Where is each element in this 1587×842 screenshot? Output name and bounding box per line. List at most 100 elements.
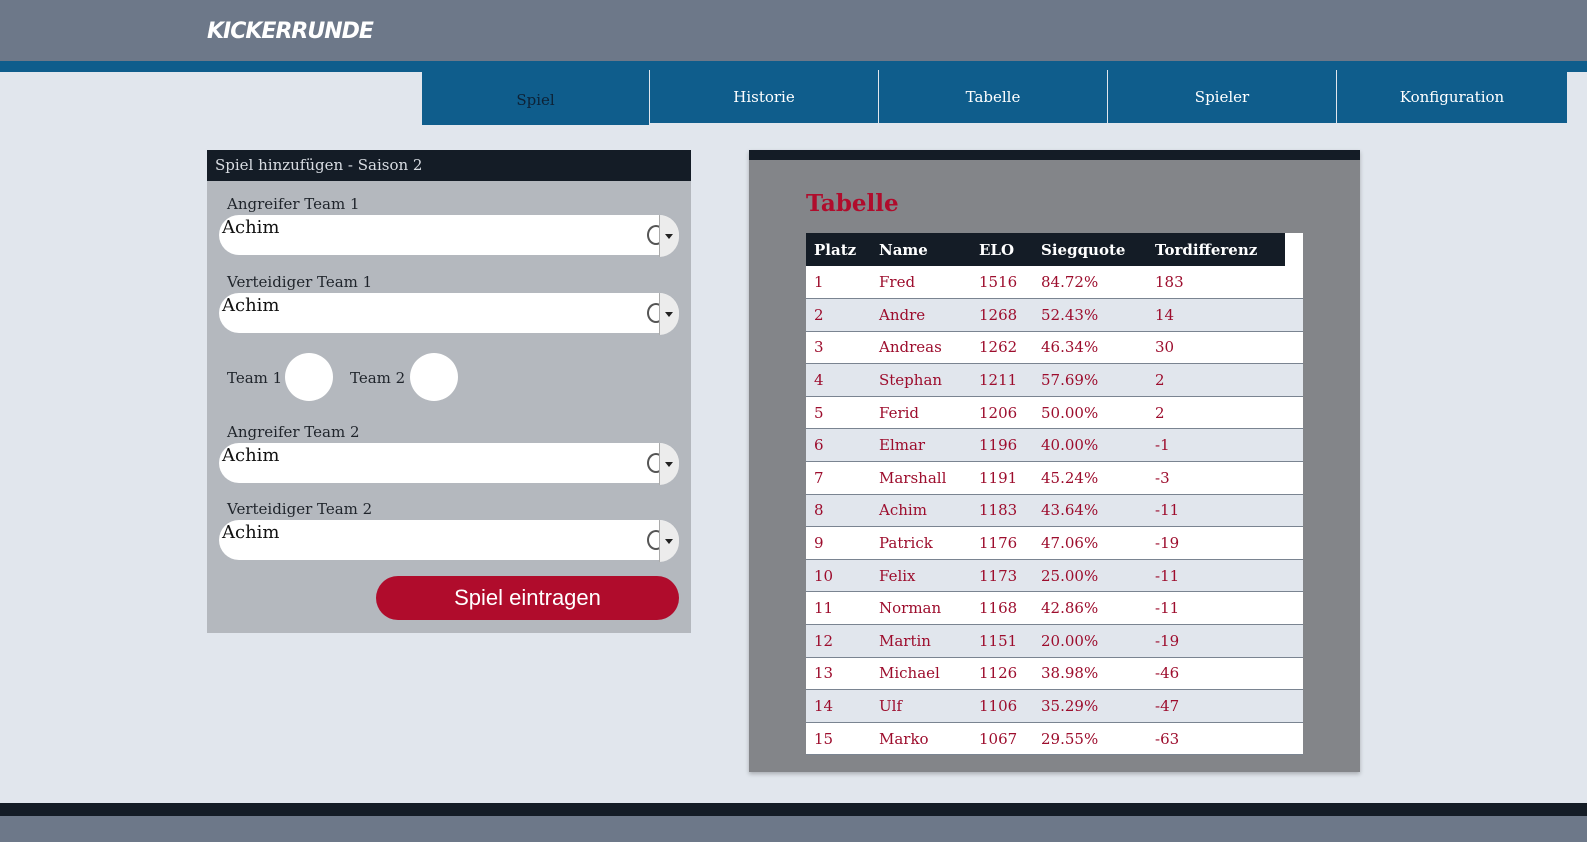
cell-elo: 1516: [971, 266, 1033, 300]
submit-game-button[interactable]: Spiel eintragen: [376, 576, 679, 620]
defender-team1-label: Verteidiger Team 1: [227, 273, 373, 291]
cell-name: Andre: [871, 298, 971, 332]
table-row[interactable]: 13 Michael 1126 38.98% -46: [806, 657, 1303, 691]
cell-elo: 1067: [971, 722, 1033, 756]
defender-team2-value: Achim: [222, 522, 280, 543]
column-header-siegquote[interactable]: Siegquote: [1033, 233, 1147, 266]
table-row[interactable]: 4 Stephan 1211 57.69% 2: [806, 363, 1303, 397]
chevron-down-icon[interactable]: [659, 520, 679, 562]
standings-table-wrap: Platz Name ELO Siegquote Tordifferenz 1F…: [806, 233, 1303, 756]
cell-platz: 3: [806, 331, 871, 365]
cell-name: Martin: [871, 624, 971, 658]
column-header-elo[interactable]: ELO: [971, 233, 1033, 266]
cell-tordifferenz: 183: [1147, 266, 1303, 300]
cell-siegquote: 35.29%: [1033, 689, 1147, 723]
tab-spiel[interactable]: Spiel: [422, 70, 649, 125]
table-row[interactable]: 12 Martin 1151 20.00% -19: [806, 624, 1303, 658]
cell-siegquote: 47.06%: [1033, 526, 1147, 560]
tab-konfiguration[interactable]: Konfiguration: [1336, 70, 1567, 123]
cell-name: Felix: [871, 559, 971, 593]
table-row[interactable]: 10 Felix 1173 25.00% -11: [806, 559, 1303, 593]
cell-elo: 1211: [971, 363, 1033, 397]
cell-tordifferenz: -47: [1147, 689, 1303, 723]
cell-name: Ferid: [871, 396, 971, 430]
add-game-panel: Spiel hinzufügen - Saison 2 Angreifer Te…: [207, 150, 691, 633]
cell-platz: 9: [806, 526, 871, 560]
cell-platz: 8: [806, 494, 871, 528]
cell-platz: 4: [806, 363, 871, 397]
cell-platz: 5: [806, 396, 871, 430]
cell-platz: 12: [806, 624, 871, 658]
chevron-down-icon[interactable]: [659, 443, 679, 485]
team2-radio-label: Team 2: [350, 369, 406, 387]
cell-name: Norman: [871, 591, 971, 626]
cell-name: Fred: [871, 266, 971, 300]
defender-team2-select[interactable]: Achim: [219, 520, 679, 562]
cell-elo: 1176: [971, 526, 1033, 560]
cell-siegquote: 40.00%: [1033, 428, 1147, 463]
attacker-team1-select[interactable]: Achim: [219, 215, 679, 257]
standings-panel: Tabelle Platz Name ELO Siegquote Tordiff…: [749, 150, 1360, 772]
defender-team2-label: Verteidiger Team 2: [227, 500, 373, 518]
cell-tordifferenz: -11: [1147, 591, 1303, 626]
cell-name: Marshall: [871, 461, 971, 495]
table-row[interactable]: 6 Elmar 1196 40.00% -1: [806, 428, 1303, 463]
table-row[interactable]: 3 Andreas 1262 46.34% 30: [806, 331, 1303, 365]
attacker-team2-select[interactable]: Achim: [219, 443, 679, 485]
column-header-name[interactable]: Name: [871, 233, 971, 266]
attacker-team2-value: Achim: [222, 445, 280, 466]
table-row[interactable]: 14 Ulf 1106 35.29% -47: [806, 689, 1303, 723]
cell-platz: 1: [806, 266, 871, 300]
table-header-row: Platz Name ELO Siegquote Tordifferenz: [806, 233, 1303, 266]
cell-tordifferenz: -46: [1147, 657, 1303, 691]
tab-spieler[interactable]: Spieler: [1107, 70, 1336, 123]
cell-tordifferenz: -11: [1147, 559, 1303, 593]
cell-siegquote: 25.00%: [1033, 559, 1147, 593]
team2-radio[interactable]: [410, 353, 458, 401]
cell-tordifferenz: -19: [1147, 624, 1303, 658]
cell-siegquote: 46.34%: [1033, 331, 1147, 365]
cell-name: Achim: [871, 494, 971, 528]
cell-elo: 1126: [971, 657, 1033, 691]
cell-platz: 10: [806, 559, 871, 593]
cell-elo: 1262: [971, 331, 1033, 365]
table-row[interactable]: 1 Fred 1516 84.72% 183: [806, 266, 1303, 300]
add-game-panel-header: Spiel hinzufügen - Saison 2: [207, 150, 691, 181]
cell-name: Andreas: [871, 331, 971, 365]
team1-radio[interactable]: [285, 353, 333, 401]
cell-platz: 11: [806, 591, 871, 626]
table-row[interactable]: 11 Norman 1168 42.86% -11: [806, 591, 1303, 626]
table-row[interactable]: 8 Achim 1183 43.64% -11: [806, 494, 1303, 528]
app-logo[interactable]: KICKERRUNDE: [207, 20, 374, 44]
table-row[interactable]: 2 Andre 1268 52.43% 14: [806, 298, 1303, 332]
standings-title: Tabelle: [806, 190, 899, 217]
tab-historie[interactable]: Historie: [649, 70, 878, 123]
main-nav: Spiel Historie Tabelle Spieler Konfigura…: [422, 70, 1567, 125]
cell-elo: 1173: [971, 559, 1033, 593]
header-spacer: [1285, 233, 1303, 266]
column-header-tordifferenz[interactable]: Tordifferenz: [1147, 233, 1285, 266]
table-row[interactable]: 9 Patrick 1176 47.06% -19: [806, 526, 1303, 560]
cell-siegquote: 45.24%: [1033, 461, 1147, 495]
cell-elo: 1191: [971, 461, 1033, 495]
cell-siegquote: 38.98%: [1033, 657, 1147, 691]
cell-elo: 1168: [971, 591, 1033, 626]
cell-tordifferenz: 2: [1147, 363, 1303, 397]
standings-table: Platz Name ELO Siegquote Tordifferenz 1F…: [806, 233, 1303, 756]
table-row[interactable]: 15 Marko 1067 29.55% -63: [806, 722, 1303, 756]
cell-name: Ulf: [871, 689, 971, 723]
chevron-down-icon[interactable]: [659, 215, 679, 257]
cell-name: Elmar: [871, 428, 971, 463]
cell-elo: 1183: [971, 494, 1033, 528]
column-header-platz[interactable]: Platz: [806, 233, 871, 266]
table-row[interactable]: 7 Marshall 1191 45.24% -3: [806, 461, 1303, 495]
attacker-team2-label: Angreifer Team 2: [227, 423, 360, 441]
tab-tabelle[interactable]: Tabelle: [878, 70, 1107, 123]
defender-team1-select[interactable]: Achim: [219, 293, 679, 335]
cell-siegquote: 52.43%: [1033, 298, 1147, 332]
cell-tordifferenz: -1: [1147, 428, 1303, 463]
cell-siegquote: 57.69%: [1033, 363, 1147, 397]
cell-tordifferenz: -19: [1147, 526, 1303, 560]
table-row[interactable]: 5 Ferid 1206 50.00% 2: [806, 396, 1303, 430]
chevron-down-icon[interactable]: [659, 293, 679, 335]
